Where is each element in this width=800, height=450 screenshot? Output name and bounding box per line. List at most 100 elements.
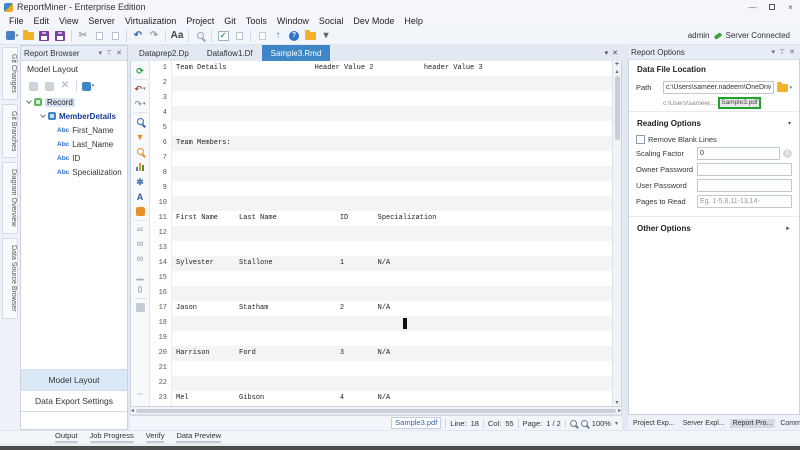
export-fields-icon[interactable]	[131, 204, 149, 219]
scroll-down-icon[interactable]: ▾	[615, 399, 618, 406]
left-panel-tab-model-layout[interactable]: Model Layout	[21, 369, 127, 390]
horizontal-scroll-thumb[interactable]	[136, 409, 616, 413]
font-case-icon[interactable]: Aa	[170, 29, 184, 43]
chart-icon[interactable]	[131, 159, 149, 174]
editor-line-text[interactable]	[172, 226, 612, 241]
menu-help[interactable]: Help	[399, 16, 428, 26]
auto-parse-icon[interactable]: ✱	[131, 174, 149, 189]
editor-line-text[interactable]: Jason Statham 2 N/A	[172, 301, 612, 316]
rail-tab-data-source-browser[interactable]: Data Source Browser	[2, 238, 18, 319]
zoom-in-icon[interactable]	[581, 420, 588, 427]
recent-files-icon[interactable]	[303, 29, 317, 43]
save-all-icon[interactable]	[53, 29, 67, 43]
right-tab-command[interactable]: Command ...	[777, 419, 800, 428]
cut-icon[interactable]: ✂	[76, 29, 90, 43]
menu-file[interactable]: File	[4, 16, 29, 26]
deploy-icon[interactable]: ↑	[271, 29, 285, 43]
chevron-down-icon[interactable]	[40, 112, 46, 118]
editor-line-text[interactable]	[172, 166, 612, 181]
right-tab-project-exp[interactable]: Project Exp...	[630, 419, 678, 428]
export-model-icon[interactable]: ▾	[81, 79, 95, 93]
add-node-icon[interactable]	[26, 79, 40, 93]
collapse-icon[interactable]: ▾	[788, 120, 791, 127]
expand-icon[interactable]: ►	[785, 226, 791, 232]
more-icon[interactable]: ···	[131, 387, 149, 402]
editor-line-text[interactable]	[172, 271, 612, 286]
vertical-scrollbar[interactable]: + ▴ ▾	[612, 61, 621, 406]
paste-icon[interactable]	[108, 29, 122, 43]
redo-icon[interactable]: ↷	[147, 29, 161, 43]
scaling-factor-input[interactable]	[697, 147, 780, 160]
zoom-dropdown-icon[interactable]: ▾	[615, 420, 618, 427]
delete-node-icon[interactable]: ✕	[58, 79, 72, 93]
menu-server[interactable]: Server	[83, 16, 120, 26]
comment-icon[interactable]	[131, 300, 149, 315]
editor-line-text[interactable]	[172, 76, 612, 91]
vertical-scroll-thumb[interactable]	[615, 76, 620, 140]
panel-pin-icon[interactable]: ⊤	[777, 48, 787, 56]
tab-sample3-rmd[interactable]: Sample3.Rmd	[262, 45, 331, 61]
editor-line-text[interactable]	[172, 106, 612, 121]
maximize-button[interactable]	[762, 0, 781, 14]
editor-content[interactable]: 1Team Details Header Value 2 header Valu…	[150, 61, 612, 406]
copy-icon[interactable]	[92, 29, 106, 43]
browse-file-button[interactable]: ▾	[777, 84, 792, 92]
new-report-icon[interactable]: ▾	[5, 29, 19, 43]
menu-project[interactable]: Project	[181, 16, 219, 26]
tree-field-specialization[interactable]: AbcSpecialization	[21, 165, 127, 179]
open-icon[interactable]	[21, 29, 35, 43]
sort-az-icon[interactable]: az	[131, 222, 149, 237]
menu-window[interactable]: Window	[272, 16, 314, 26]
editor-line-text[interactable]	[172, 91, 612, 106]
zoom-level[interactable]: 100%	[592, 419, 611, 428]
tree-field-last-name[interactable]: AbcLast_Name	[21, 137, 127, 151]
help-icon[interactable]: ?	[287, 29, 301, 43]
left-panel-tab-data-export-settings[interactable]: Data Export Settings	[21, 390, 127, 411]
panel-pin-icon[interactable]: ⊤	[104, 49, 114, 57]
tab-dataprep2-dp[interactable]: Dataprep2.Dp	[130, 45, 198, 61]
tree-field-first-name[interactable]: AbcFirst_Name	[21, 123, 127, 137]
undo-icon[interactable]: ↶▾	[131, 81, 149, 96]
refresh-icon[interactable]: ⟳	[131, 63, 149, 78]
editor-line-text[interactable]: Mel Gibson 4 N/A	[172, 391, 612, 406]
scroll-left-icon[interactable]: ◂	[131, 407, 134, 414]
path-input[interactable]	[663, 81, 774, 94]
panel-close-icon[interactable]: ✕	[787, 48, 797, 56]
editor-line-text[interactable]	[172, 331, 612, 346]
editor-line-text[interactable]	[172, 196, 612, 211]
editor-line-text[interactable]: Sylvester Stallone 1 N/A	[172, 256, 612, 271]
tree-field-id[interactable]: AbcID	[21, 151, 127, 165]
preview-icon[interactable]	[131, 144, 149, 159]
editor-line-text[interactable]: Harrison Ford 3 N/A	[172, 346, 612, 361]
validate-icon[interactable]: ✓	[216, 29, 230, 43]
chevron-down-icon[interactable]	[26, 98, 32, 104]
editor-line-text[interactable]	[172, 241, 612, 256]
owner-password-input[interactable]	[697, 163, 792, 176]
user-password-input[interactable]	[697, 179, 792, 192]
horizontal-scrollbar[interactable]: ◂ ▸	[130, 407, 622, 415]
menu-virtualization[interactable]: Virtualization	[120, 16, 181, 26]
tree-node-memberdetails[interactable]: MemberDetails	[21, 109, 127, 123]
scroll-right-icon[interactable]: ▸	[618, 407, 621, 414]
compare-icon[interactable]	[232, 29, 246, 43]
menu-social[interactable]: Social	[314, 16, 349, 26]
menu-edit[interactable]: Edit	[29, 16, 55, 26]
find-icon[interactable]	[131, 114, 149, 129]
attach-icon[interactable]	[255, 29, 269, 43]
scroll-up-icon[interactable]: ▴	[615, 68, 618, 75]
rail-tab-git-branches[interactable]: Git Branches	[2, 104, 18, 158]
editor-line-text[interactable]: First Name Last Name ID Specialization	[172, 211, 612, 226]
rail-tab-git-changes[interactable]: Git Changes	[2, 47, 18, 100]
redo-icon[interactable]: ↷▾	[131, 96, 149, 111]
menu-dev-mode[interactable]: Dev Mode	[348, 16, 399, 26]
pages-to-read-input[interactable]	[697, 195, 792, 208]
add-child-node-icon[interactable]	[42, 79, 56, 93]
editor-line-text[interactable]: Team Members:	[172, 136, 612, 151]
editor-line-text[interactable]	[172, 316, 612, 331]
editor-line-text[interactable]	[172, 361, 612, 376]
font-style-icon[interactable]: A	[131, 189, 149, 204]
rail-tab-diagram-overview[interactable]: Diagram Overview	[2, 162, 18, 234]
editor-line-text[interactable]: Team Details Header Value 2 header Value…	[172, 61, 612, 76]
digit-range-icon[interactable]: 00	[131, 252, 149, 267]
close-button[interactable]: ×	[781, 0, 800, 14]
